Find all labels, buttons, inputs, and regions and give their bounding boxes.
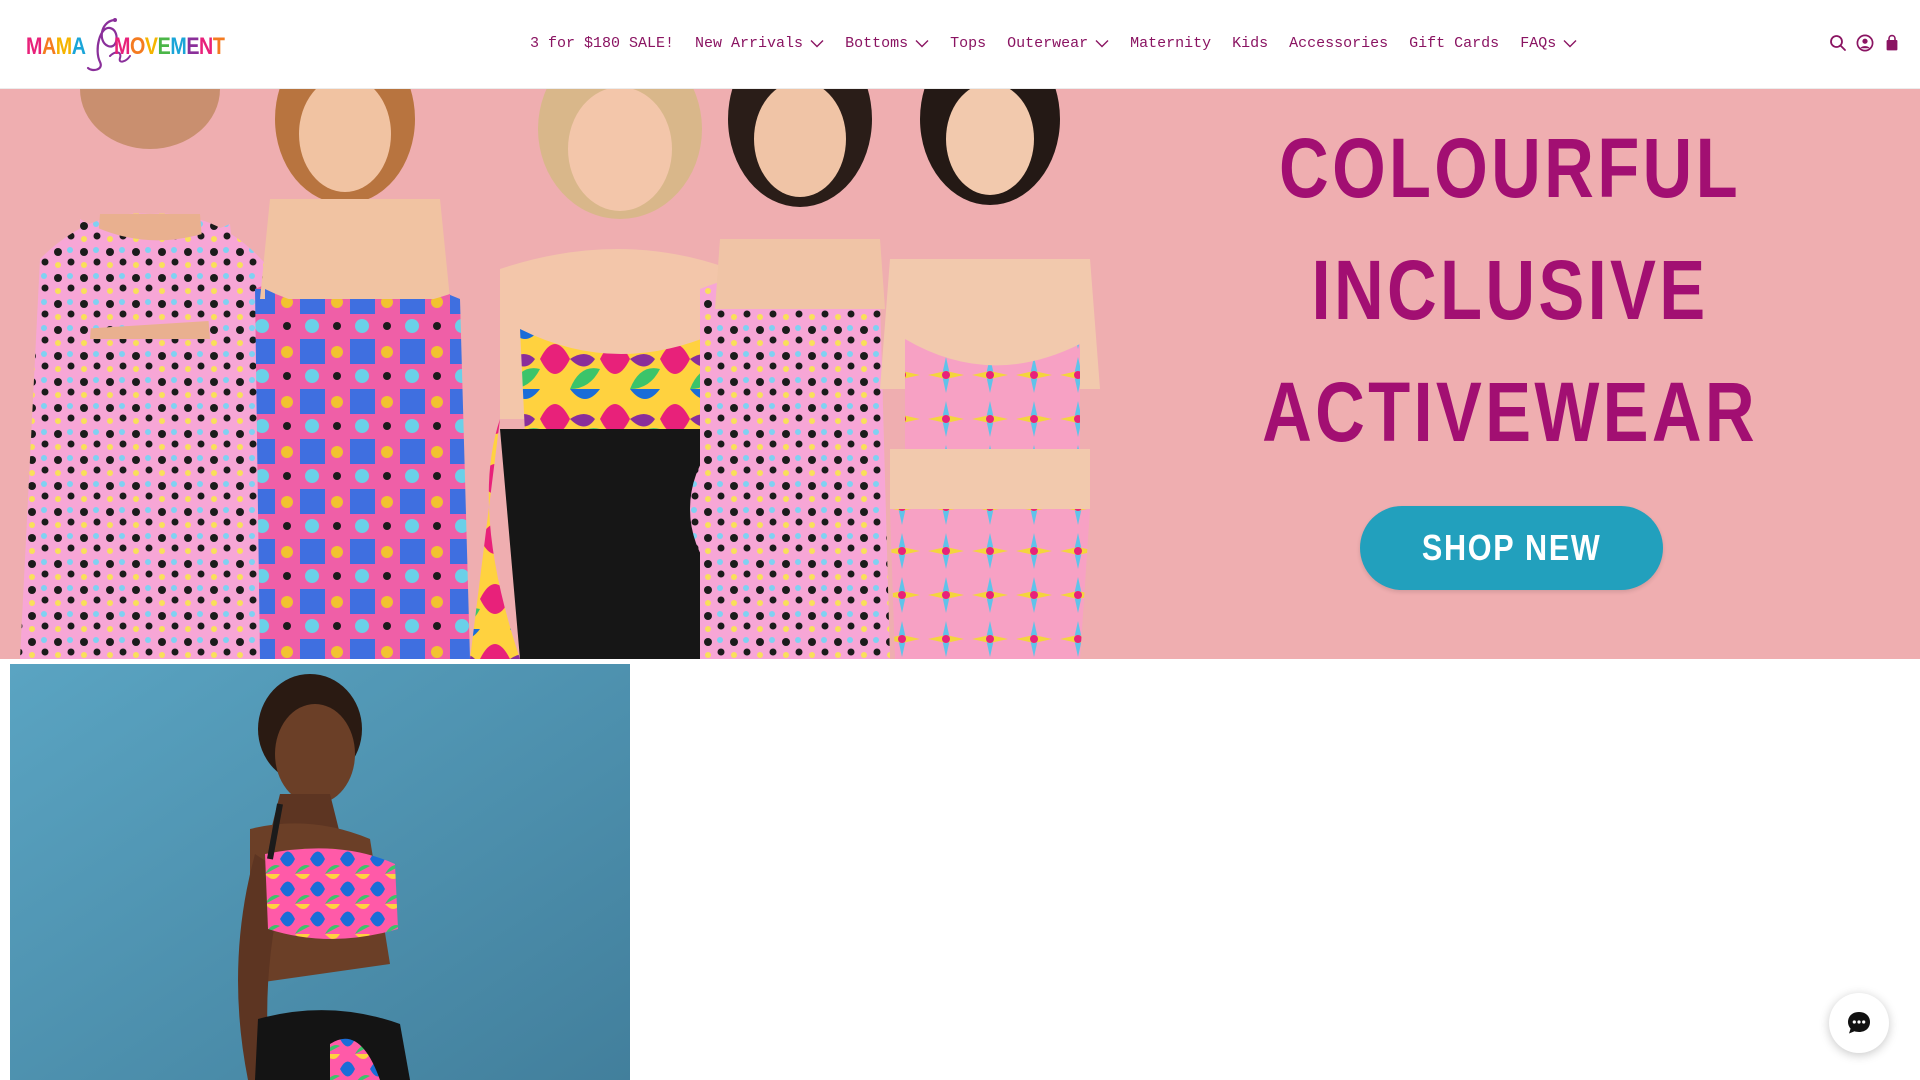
nav-item-new-arrivals[interactable]: New Arrivals xyxy=(695,35,824,52)
hero-headline-line2: INCLUSIVE xyxy=(1311,243,1709,337)
nav-item-faqs[interactable]: FAQs xyxy=(1520,35,1577,52)
hero-models-image xyxy=(0,89,1110,659)
nav-item-maternity[interactable]: Maternity xyxy=(1130,35,1211,52)
chevron-down-icon xyxy=(1095,39,1109,47)
nav-item-label: 3 for $180 SALE! xyxy=(530,34,675,52)
account-button[interactable] xyxy=(1855,33,1875,53)
nav-item-label: New Arrivals xyxy=(695,34,804,52)
hero-banner[interactable]: COLOURFUL INCLUSIVE ACTIVEWEAR SHOP NEW xyxy=(0,89,1920,659)
nav-item-label: Maternity xyxy=(1130,34,1212,52)
account-icon xyxy=(1856,34,1874,52)
nav-item-label: Outerwear xyxy=(1007,34,1089,52)
hero-headline-line3: ACTIVEWEAR xyxy=(1262,365,1758,459)
nav-item-accessories[interactable]: Accessories xyxy=(1289,35,1388,52)
main-nav: 3 for $180 SALE! New Arrivals Bottoms To… xyxy=(530,31,1577,55)
chevron-down-icon xyxy=(1563,39,1577,47)
nav-item-label: Gift Cards xyxy=(1409,34,1500,52)
search-button[interactable] xyxy=(1828,33,1848,53)
shop-new-button[interactable]: SHOP NEW xyxy=(1360,506,1663,590)
search-icon xyxy=(1830,35,1846,51)
nav-item-tops[interactable]: Tops xyxy=(950,35,986,52)
product-tile[interactable] xyxy=(10,664,630,1080)
nav-item-label: FAQs xyxy=(1520,34,1557,52)
header-icons xyxy=(1821,33,1902,53)
nav-item-bottoms[interactable]: Bottoms xyxy=(845,35,929,52)
nav-item-gift-cards[interactable]: Gift Cards xyxy=(1409,35,1499,52)
cart-icon xyxy=(1886,34,1898,51)
hero-headline-line1: COLOURFUL xyxy=(1279,121,1741,215)
chevron-down-icon xyxy=(810,39,824,47)
nav-item-outerwear[interactable]: Outerwear xyxy=(1007,35,1109,52)
nav-item-label: Tops xyxy=(950,34,987,52)
nav-item-label: Bottoms xyxy=(845,34,909,52)
nav-item-sale[interactable]: 3 for $180 SALE! xyxy=(530,35,674,52)
chat-launcher-button[interactable] xyxy=(1829,993,1889,1053)
logo-word-movement: MOVEMENT xyxy=(114,33,225,60)
nav-item-label: Kids xyxy=(1232,34,1269,52)
site-header: MAMA MOVEMENT 3 for $180 SALE! New Arriv… xyxy=(0,0,1920,89)
shop-new-button-label: SHOP NEW xyxy=(1421,527,1602,568)
hero-headline: COLOURFUL INCLUSIVE ACTIVEWEAR xyxy=(1190,107,1830,473)
chevron-down-icon xyxy=(915,39,929,47)
brand-logo[interactable]: MAMA MOVEMENT xyxy=(26,16,226,72)
product-model-image xyxy=(10,664,630,1080)
cart-button[interactable] xyxy=(1882,33,1902,53)
chat-bubble-icon xyxy=(1848,1012,1870,1034)
nav-item-label: Accessories xyxy=(1289,34,1389,52)
nav-item-kids[interactable]: Kids xyxy=(1232,35,1268,52)
